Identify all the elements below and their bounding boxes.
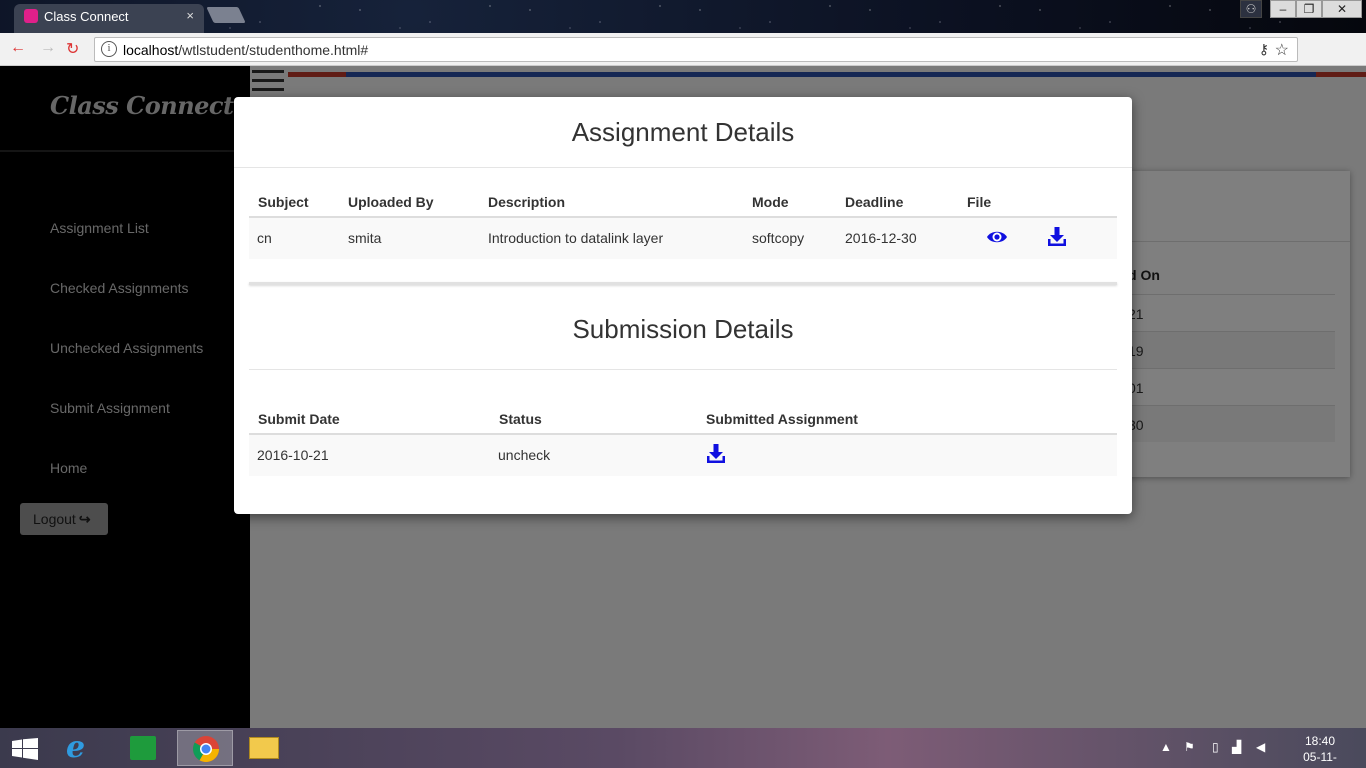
assignment-table: Subject Uploaded By Description Mode Dea… xyxy=(249,194,1117,260)
clock-date: 05-11-2016 xyxy=(1303,750,1337,768)
table-row: 2016-10-21 uncheck xyxy=(249,435,1117,476)
column-header-status: Status xyxy=(499,411,542,427)
store-icon[interactable] xyxy=(116,730,172,766)
page: Class Connect Assignment List Checked As… xyxy=(0,66,1366,728)
column-header-submit-date: Submit Date xyxy=(258,411,340,427)
browser-tab-class-connect[interactable]: Class Connect × xyxy=(14,4,204,33)
assignment-details-title: Assignment Details xyxy=(571,117,795,147)
column-header-file: File xyxy=(967,194,992,210)
network-signal-icon[interactable]: ▟ xyxy=(1232,740,1241,754)
download-submission-icon[interactable] xyxy=(706,443,726,465)
profile-icon[interactable]: ⚇ xyxy=(1240,0,1262,18)
show-hidden-icons-icon[interactable]: ▲ xyxy=(1160,740,1172,754)
cell-subject: cn xyxy=(257,230,272,246)
close-window-button[interactable]: ✕ xyxy=(1322,0,1362,18)
url-text: localhost/wtlstudent/studenthome.html# xyxy=(123,42,368,58)
system-clock[interactable]: 18:40 05-11-2016 xyxy=(1290,733,1350,768)
column-header-description: Description xyxy=(488,194,566,210)
forward-arrow-icon[interactable]: → xyxy=(40,39,56,57)
volume-muted-icon[interactable]: ◀ xyxy=(1256,740,1265,754)
minimize-button[interactable]: – xyxy=(1270,0,1296,18)
cell-deadline: 2016-12-30 xyxy=(845,230,917,246)
site-favicon-icon xyxy=(24,9,38,23)
battery-icon[interactable]: ▯ xyxy=(1212,740,1219,754)
tab-close-icon[interactable]: × xyxy=(186,8,194,23)
url-host: localhost xyxy=(123,42,179,58)
windows-taskbar: e ▲ ⚑ ▯ ▟ ◀ 18:40 05-11-2016 xyxy=(0,728,1366,768)
cell-uploaded-by: smita xyxy=(348,230,382,246)
column-header-subject: Subject xyxy=(258,194,309,210)
restore-button[interactable]: ❐ xyxy=(1296,0,1322,18)
download-file-icon[interactable] xyxy=(1047,226,1067,248)
bookmark-star-icon[interactable]: ☆ xyxy=(1275,40,1289,60)
submission-table: Submit Date Status Submitted Assignment … xyxy=(249,411,1117,477)
new-tab-button[interactable] xyxy=(206,7,246,23)
column-header-uploaded-by: Uploaded By xyxy=(348,194,434,210)
submission-details-title: Submission Details xyxy=(572,314,794,344)
action-center-flag-icon[interactable]: ⚑ xyxy=(1184,740,1195,754)
cell-submit-date: 2016-10-21 xyxy=(257,447,329,463)
assignment-details-modal: Assignment Details Subject Uploaded By D… xyxy=(234,97,1132,514)
reload-icon[interactable]: ↻ xyxy=(66,39,79,59)
browser-tab-bar: Class Connect × ⚇ – ❐ ✕ xyxy=(0,0,1366,33)
internet-explorer-icon[interactable]: e xyxy=(54,730,110,766)
tab-title: Class Connect xyxy=(44,9,129,24)
chrome-icon[interactable] xyxy=(177,730,233,766)
clock-time: 18:40 xyxy=(1304,734,1336,748)
submission-header-divider xyxy=(249,369,1117,370)
modal-header-divider xyxy=(234,167,1132,168)
column-header-submitted-assignment: Submitted Assignment xyxy=(706,411,858,427)
key-icon[interactable]: ⚷ xyxy=(1259,41,1269,58)
file-explorer-icon[interactable] xyxy=(237,730,293,766)
cell-description: Introduction to datalink layer xyxy=(488,230,664,246)
view-file-eye-icon[interactable] xyxy=(986,228,1008,246)
address-bar[interactable]: i localhost/wtlstudent/studenthome.html#… xyxy=(94,37,1298,62)
section-divider xyxy=(249,282,1117,285)
url-path: /wtlstudent/studenthome.html# xyxy=(178,42,369,58)
windows-start-icon[interactable] xyxy=(12,738,38,760)
cell-status: uncheck xyxy=(498,447,551,463)
table-row: cn smita Introduction to datalink layer … xyxy=(249,218,1117,259)
site-info-icon[interactable]: i xyxy=(101,41,117,57)
tabbar-background xyxy=(0,0,1366,33)
cell-mode: softcopy xyxy=(752,230,805,246)
back-arrow-icon[interactable]: ← xyxy=(10,39,26,57)
column-header-deadline: Deadline xyxy=(845,194,904,210)
column-header-mode: Mode xyxy=(752,194,789,210)
browser-toolbar: ← → ↻ i localhost/wtlstudent/studenthome… xyxy=(0,33,1366,92)
